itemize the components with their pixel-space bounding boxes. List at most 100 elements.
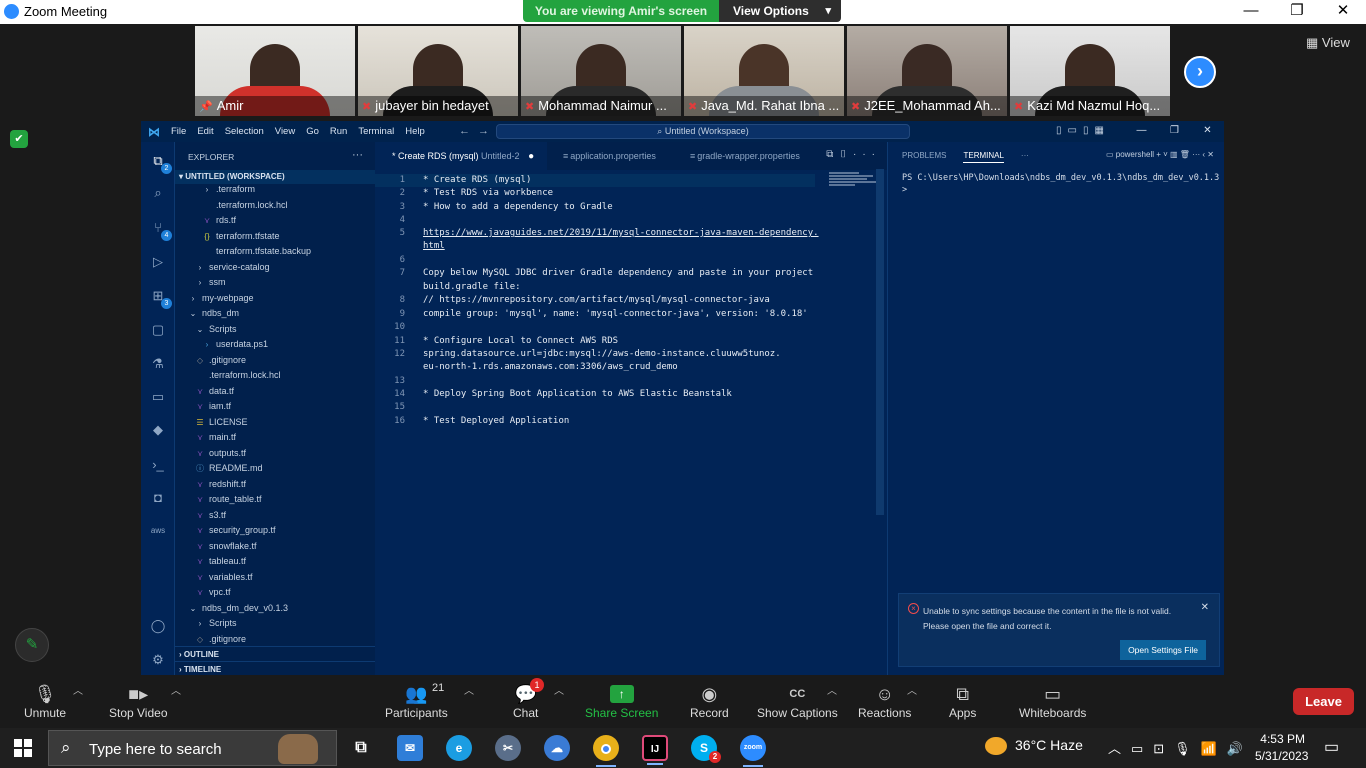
terraform-icon[interactable]: ◆ bbox=[148, 420, 168, 440]
tree-item[interactable]: ☰ LICENSE bbox=[175, 415, 375, 430]
tab-gradle-wrapper-properties[interactable]: ≡ gradle-wrapper.properties bbox=[674, 142, 822, 170]
tree-item[interactable]: › Scripts bbox=[175, 616, 375, 631]
tree-item[interactable]: › service-catalog bbox=[175, 260, 375, 275]
menu-selection[interactable]: Selection bbox=[225, 126, 264, 137]
testing-icon[interactable]: ⚗ bbox=[148, 354, 168, 374]
tree-item[interactable]: ⋎ snowflake.tf bbox=[175, 539, 375, 554]
apps-button[interactable]: ⧉ Apps bbox=[949, 682, 976, 720]
minimap[interactable] bbox=[829, 172, 879, 192]
search-icon[interactable]: ⌕ bbox=[148, 183, 168, 203]
comments-icon[interactable]: ▭ bbox=[148, 387, 168, 407]
skype-icon[interactable]: S2 bbox=[691, 735, 721, 763]
reactions-caret-icon[interactable]: ︿ bbox=[907, 682, 917, 697]
tree-item[interactable]: ⋎ outputs.tf bbox=[175, 446, 375, 461]
record-button[interactable]: ◉ Record bbox=[690, 682, 729, 720]
tree-item[interactable]: ⌄ Scripts bbox=[175, 322, 375, 337]
menu-run[interactable]: Run bbox=[330, 126, 347, 137]
menu-go[interactable]: Go bbox=[306, 126, 319, 137]
unmute-button[interactable]: 🎙 Unmute bbox=[24, 682, 66, 720]
notification-center-icon[interactable]: ▭ bbox=[1324, 737, 1339, 757]
more-actions-icon[interactable]: ··· bbox=[1021, 151, 1029, 163]
weather-widget[interactable]: 36°C Haze bbox=[985, 737, 1083, 756]
tree-item[interactable]: ⌄ ndbs_dm bbox=[175, 306, 375, 321]
mail-icon[interactable]: ✉ bbox=[397, 735, 423, 761]
video-options-caret-icon[interactable]: ︿ bbox=[171, 682, 181, 697]
run-debug-icon[interactable]: ▷ bbox=[148, 252, 168, 272]
tree-item[interactable]: › ssm bbox=[175, 275, 375, 290]
editor-scrollbar[interactable] bbox=[876, 169, 884, 515]
tree-item[interactable]: ⋎ rds.tf bbox=[175, 213, 375, 228]
tree-item[interactable]: ⋎ tableau.tf bbox=[175, 554, 375, 569]
participants-caret-icon[interactable]: ︿ bbox=[464, 682, 474, 697]
annotate-pencil-button[interactable]: ✎ bbox=[15, 628, 49, 662]
whiteboards-button[interactable]: ▭ Whiteboards bbox=[1019, 682, 1086, 720]
tree-item[interactable]: terraform.tfstate.backup bbox=[175, 244, 375, 259]
taskbar-clock[interactable]: 4:53 PM 5/31/2023 bbox=[1255, 731, 1308, 765]
show-captions-button[interactable]: CC Show Captions bbox=[757, 682, 838, 720]
reactions-button[interactable]: ☺ Reactions bbox=[858, 682, 911, 720]
teams-chat-icon[interactable]: ☁ bbox=[544, 735, 570, 761]
close-button[interactable]: ✕ bbox=[1320, 0, 1366, 24]
maximize-button[interactable]: ❐ bbox=[1274, 0, 1320, 24]
new-terminal-icon[interactable]: + ˅ ▥ 🗑 ··· ‹ ✕ bbox=[1156, 150, 1214, 159]
code-link[interactable]: // https://mvnrepository.com/artifact/my… bbox=[423, 295, 770, 305]
participant-tile[interactable]: ✖ J2EE_Mohammad Ah... bbox=[847, 26, 1007, 116]
tree-item[interactable]: ⋎ s3.tf bbox=[175, 508, 375, 523]
leave-button[interactable]: Leave bbox=[1293, 688, 1354, 715]
layout-controls-icon[interactable]: ▯▭▯▦ bbox=[1056, 125, 1110, 136]
tab-untitled-2[interactable]: * Create RDS (mysql) Untitled-2 ● bbox=[375, 142, 547, 170]
tree-item[interactable]: ⋎ variables.tf bbox=[175, 570, 375, 585]
terminal-shell-label[interactable]: powershell bbox=[1116, 150, 1154, 159]
participant-tile[interactable]: ✖ Mohammad Naimur ... bbox=[521, 26, 681, 116]
tree-item[interactable]: ◇ .gitignore bbox=[175, 353, 375, 368]
explorer-icon[interactable]: ⧉ 2 bbox=[148, 151, 172, 174]
tab-terminal[interactable]: TERMINAL bbox=[963, 151, 1004, 163]
tree-item[interactable]: .terraform.lock.hcl bbox=[175, 368, 375, 383]
chat-caret-icon[interactable]: ︿ bbox=[554, 682, 564, 697]
tree-item[interactable]: › userdata.ps1 bbox=[175, 337, 375, 352]
extensions-icon[interactable]: ⊞ 3 bbox=[148, 286, 172, 309]
accounts-icon[interactable]: ◯ bbox=[148, 616, 168, 636]
aws-icon[interactable]: aws bbox=[148, 521, 168, 541]
intellij-icon[interactable]: IJ bbox=[642, 735, 668, 765]
view-options-button[interactable]: View Options ▾ bbox=[719, 0, 841, 22]
tree-item[interactable]: › .terraform bbox=[175, 182, 375, 197]
menu-file[interactable]: File bbox=[171, 126, 186, 137]
terminal-icon[interactable]: ›_ bbox=[148, 455, 168, 475]
zoom-taskbar-icon[interactable]: zoom bbox=[740, 735, 766, 767]
view-button[interactable]: ▦ View bbox=[1306, 35, 1350, 51]
minimize-button[interactable]: — bbox=[1228, 0, 1274, 24]
vscode-close-button[interactable]: ✕ bbox=[1191, 121, 1224, 142]
task-view-icon[interactable]: ⧉ bbox=[348, 735, 374, 761]
share-screen-button[interactable]: ↑ Share Screen bbox=[585, 682, 658, 720]
participant-tile[interactable]: ✖ jubayer bin hedayet bbox=[358, 26, 518, 116]
vscode-maximize-button[interactable]: ❐ bbox=[1158, 121, 1191, 142]
code-link[interactable]: https://www.javaguides.net/2019/11/mysql… bbox=[423, 228, 819, 238]
participant-tile[interactable]: ✖ Kazi Md Nazmul Hoq... bbox=[1010, 26, 1170, 116]
remote-explorer-icon[interactable]: ▢ bbox=[148, 320, 168, 340]
taskbar-search-box[interactable]: ⌕ Type here to search bbox=[48, 730, 337, 766]
tree-item[interactable]: ⋎ route_table.tf bbox=[175, 492, 375, 507]
menu-terminal[interactable]: Terminal bbox=[358, 126, 394, 137]
stop-video-button[interactable]: ■▸ Stop Video bbox=[109, 682, 168, 720]
docker-icon[interactable]: ◘ bbox=[148, 488, 168, 508]
menu-help[interactable]: Help bbox=[405, 126, 425, 137]
tree-item[interactable]: {} terraform.tfstate bbox=[175, 229, 375, 244]
menu-view[interactable]: View bbox=[275, 126, 295, 137]
windows-start-icon[interactable] bbox=[14, 739, 32, 757]
gear-icon[interactable]: ⚙ bbox=[148, 650, 168, 670]
timeline-section[interactable]: › TIMELINE bbox=[175, 661, 375, 675]
menu-edit[interactable]: Edit bbox=[197, 126, 213, 137]
more-actions-icon[interactable]: ··· bbox=[352, 149, 363, 161]
notification-close-icon[interactable]: ✕ bbox=[1201, 602, 1209, 613]
tree-item[interactable]: ⌄ ndbs_dm_dev_v0.1.3 bbox=[175, 601, 375, 616]
participant-tile[interactable]: ✖ Java_Md. Rahat Ibna ... bbox=[684, 26, 844, 116]
tab-problems[interactable]: PROBLEMS bbox=[902, 151, 946, 163]
captions-caret-icon[interactable]: ︿ bbox=[827, 682, 837, 697]
terminal-output[interactable]: PS C:\Users\HP\Downloads\ndbs_dm_dev_v0.… bbox=[902, 172, 1219, 196]
next-participants-button[interactable]: › bbox=[1184, 56, 1216, 88]
tree-item[interactable]: ⓘ README.md bbox=[175, 461, 375, 476]
nav-arrows-icon[interactable]: ←→ bbox=[459, 125, 497, 137]
snipping-tool-icon[interactable]: ✂ bbox=[495, 735, 521, 761]
code-link[interactable]: html bbox=[423, 241, 445, 251]
